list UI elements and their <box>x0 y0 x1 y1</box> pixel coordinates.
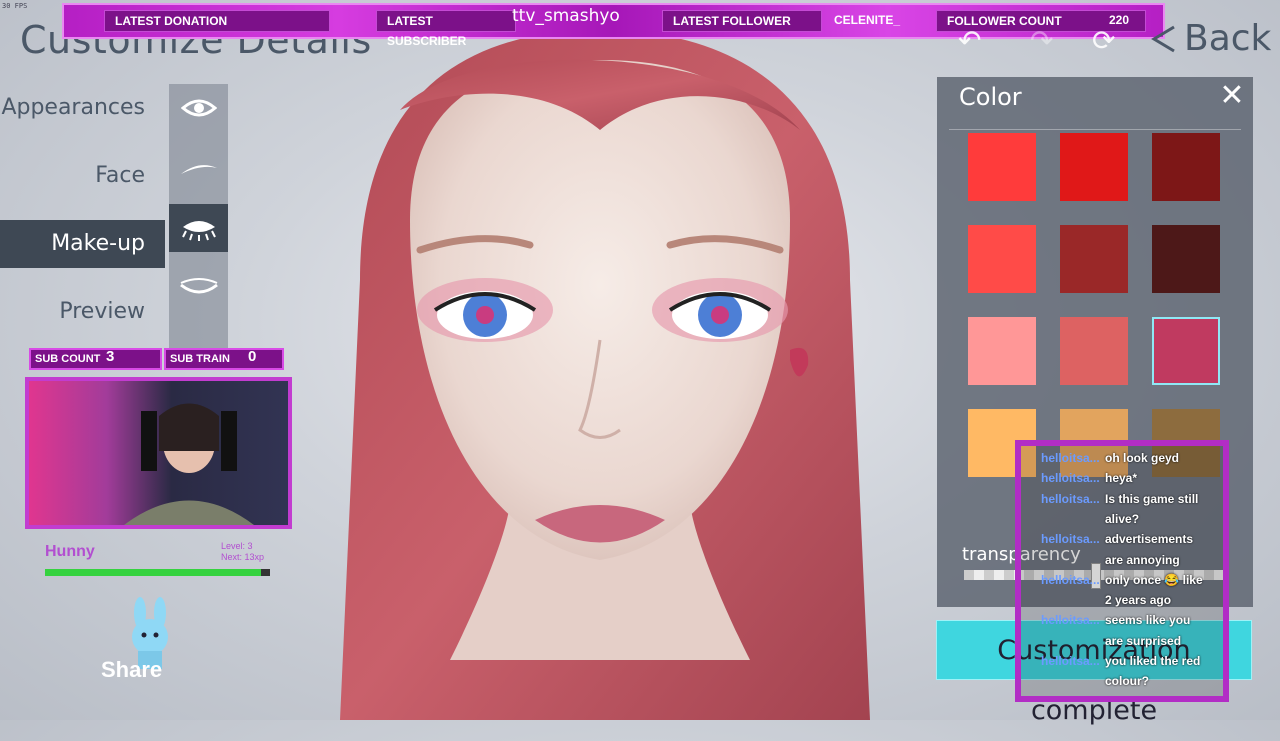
back-arrow-icon <box>1151 25 1175 52</box>
fps-counter: 30 FPS <box>2 2 28 10</box>
makeup-subnav <box>169 84 228 354</box>
chat-username: helloitsa... <box>1041 471 1100 486</box>
chat-text: you liked the red <box>1105 654 1201 668</box>
panel-divider <box>949 129 1241 130</box>
nav-preview[interactable]: Preview <box>0 288 165 336</box>
sub-count-value: 3 <box>106 348 115 365</box>
webcam-feed <box>25 377 292 529</box>
color-swatch[interactable] <box>968 133 1036 201</box>
chat-overlay: helloitsa... oh look geyd helloitsa... heya… <box>1015 440 1229 702</box>
chat-username: helloitsa... <box>1041 451 1100 465</box>
chat-username: helloitsa... <box>1041 613 1100 628</box>
nav-appearances[interactable]: Appearances <box>0 84 165 132</box>
back-button[interactable]: Back <box>1150 18 1271 59</box>
chat-text: only once 😂 like <box>1105 572 1203 587</box>
eyebrow-icon[interactable] <box>169 144 228 192</box>
chat-text: heya* <box>1105 471 1138 486</box>
chat-username: helloitsa... <box>1041 572 1100 587</box>
chat-text: oh look geyd <box>1105 451 1180 465</box>
sub-count-label: SUB COUNT <box>35 353 101 365</box>
next-xp-text: Next: 13xp <box>221 552 265 562</box>
nav-make-up[interactable]: Make-up <box>0 220 165 268</box>
character-model <box>340 30 870 720</box>
undo-icon[interactable]: ↶ <box>958 24 981 57</box>
sub-train-box: SUB TRAIN 0 <box>164 348 284 370</box>
chat-text: advertisements <box>1105 532 1194 547</box>
eyeliner-icon[interactable] <box>169 264 228 312</box>
nav-face[interactable]: Face <box>0 152 165 200</box>
color-swatch[interactable] <box>1060 225 1128 293</box>
xp-bar <box>45 569 270 576</box>
chat-username: helloitsa... <box>1041 654 1100 668</box>
xp-bar-fill <box>45 569 261 576</box>
level-text: Level: 3 <box>221 541 253 551</box>
latest-follower-label: LATEST FOLLOWER <box>662 10 822 32</box>
latest-follower-value: CELENITE_ <box>834 13 901 27</box>
color-swatch[interactable] <box>1152 133 1220 201</box>
chat-text: are surprised <box>1105 633 1182 648</box>
latest-donation-label: LATEST DONATION <box>104 10 330 32</box>
color-swatch[interactable] <box>1060 133 1128 201</box>
eye-icon[interactable] <box>169 84 228 132</box>
reset-icon[interactable]: ⟳ <box>1092 24 1115 57</box>
redo-icon[interactable]: ↷ <box>1030 24 1053 57</box>
share-label[interactable]: Share <box>101 657 162 683</box>
color-panel-title: Color <box>959 83 1022 111</box>
sub-train-value: 0 <box>248 348 257 365</box>
sub-count-box: SUB COUNT 3 <box>29 348 162 370</box>
chat-text: seems like you <box>1105 613 1191 628</box>
color-swatch[interactable] <box>1060 317 1128 385</box>
chat-text: 2 years ago <box>1105 593 1172 608</box>
eyelash-icon[interactable] <box>169 204 228 252</box>
chat-text: Is this game still <box>1105 491 1199 506</box>
streamer-level: Level: 3 Next: 13xp <box>221 541 264 563</box>
latest-subscriber-value: ttv_smashyo <box>512 6 620 26</box>
color-swatch[interactable] <box>1152 225 1220 293</box>
chat-text: colour? <box>1105 674 1149 689</box>
streamer-name: Hunny <box>45 543 95 560</box>
chat-username: helloitsa... <box>1041 491 1100 506</box>
color-swatch[interactable] <box>968 317 1036 385</box>
color-swatch[interactable] <box>968 225 1036 293</box>
latest-subscriber-label: LATEST SUBSCRIBER <box>376 10 516 48</box>
chat-username: helloitsa... <box>1041 532 1100 547</box>
color-swatch[interactable] <box>1152 317 1220 385</box>
sub-train-label: SUB TRAIN <box>170 353 230 365</box>
chat-text: are annoying <box>1105 552 1180 567</box>
close-icon[interactable]: ✕ <box>1217 81 1247 111</box>
back-label: Back <box>1184 18 1272 59</box>
chat-text: alive? <box>1105 511 1140 526</box>
